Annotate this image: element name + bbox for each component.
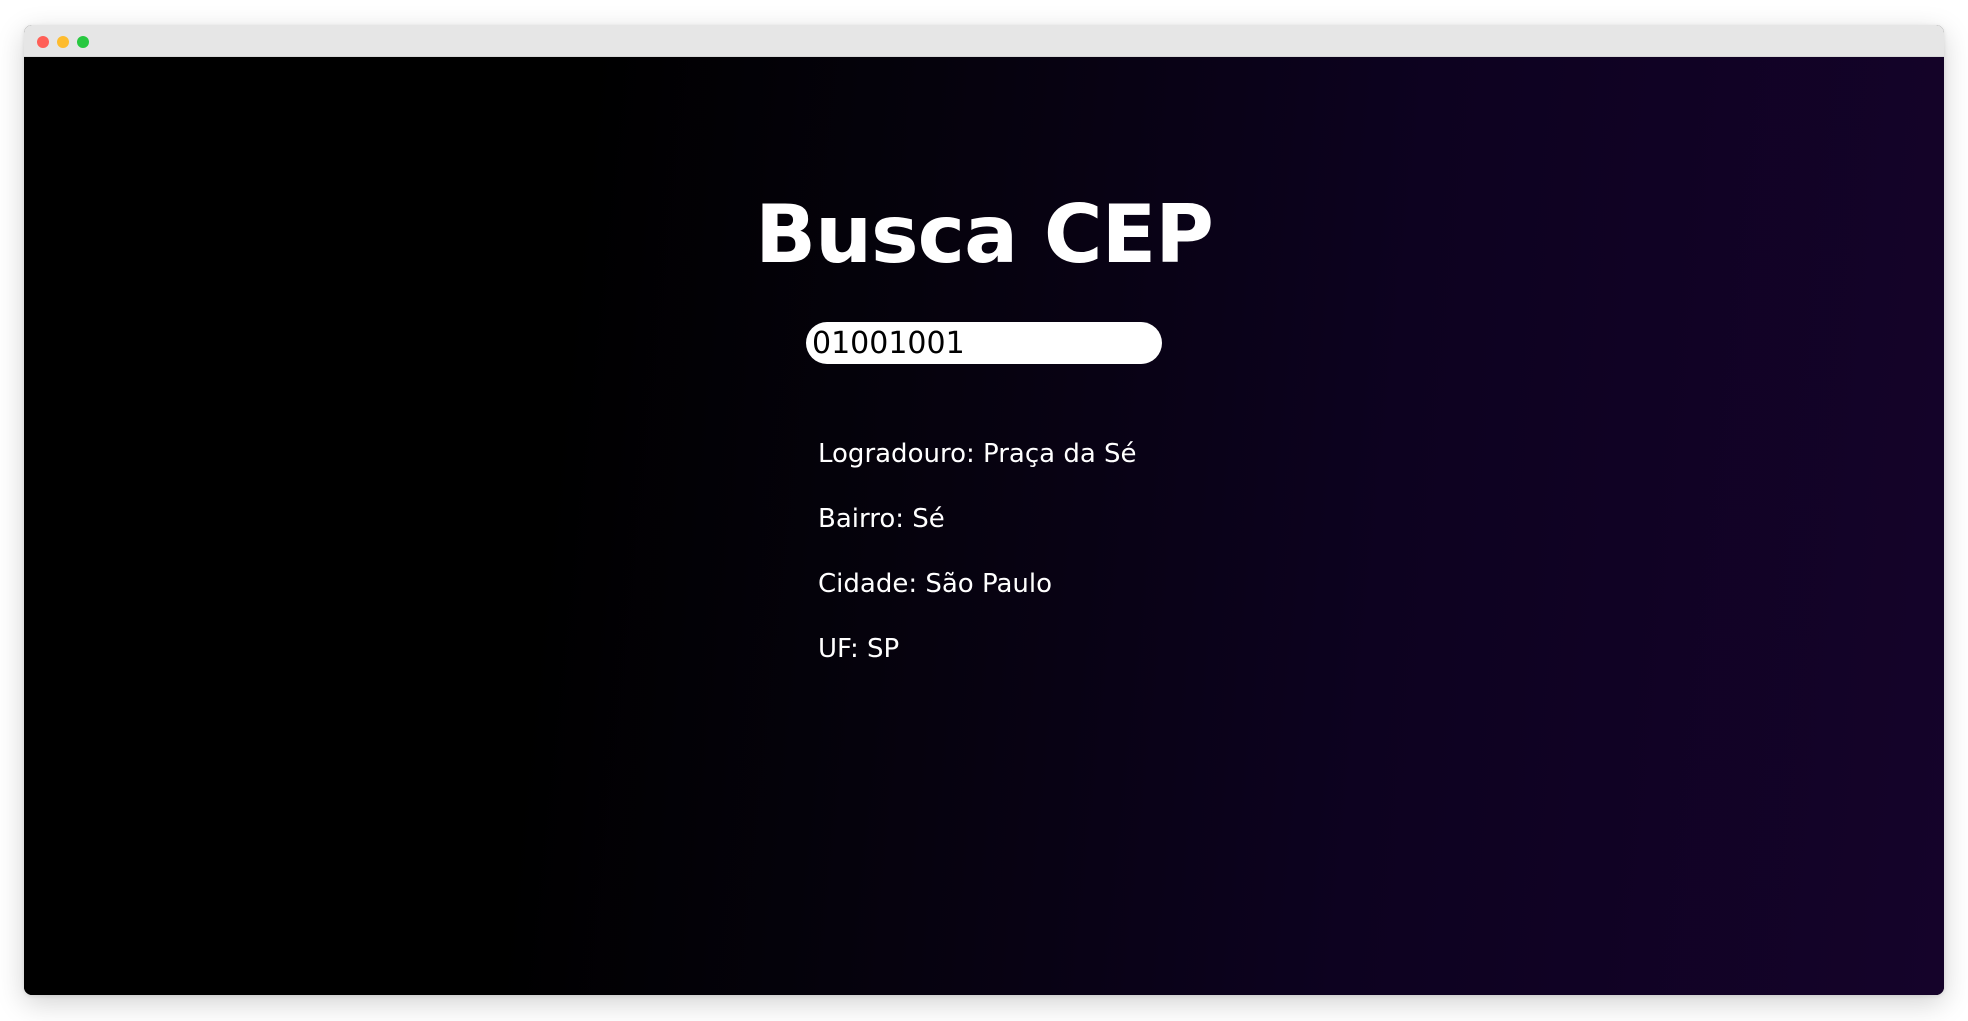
address-results: Logradouro: Praça da Sé Bairro: Sé Cidad… [818, 437, 1137, 697]
cidade-text: Cidade: São Paulo [818, 569, 1052, 599]
bairro-text: Bairro: Sé [818, 504, 945, 534]
busca-cep-app: Busca CEP Logradouro: Praça da Sé Bairro… [24, 57, 1944, 995]
page-content: Busca CEP Logradouro: Praça da Sé Bairro… [24, 57, 1944, 995]
logradouro-text: Logradouro: Praça da Sé [818, 439, 1137, 469]
maximize-window-icon[interactable] [77, 36, 89, 48]
uf-text: UF: SP [818, 634, 900, 664]
window-titlebar [24, 25, 1944, 57]
cep-input[interactable] [806, 322, 1162, 364]
close-window-icon[interactable] [37, 36, 49, 48]
browser-window: Busca CEP Logradouro: Praça da Sé Bairro… [24, 25, 1944, 995]
minimize-window-icon[interactable] [57, 36, 69, 48]
page-title: Busca CEP [755, 188, 1214, 281]
